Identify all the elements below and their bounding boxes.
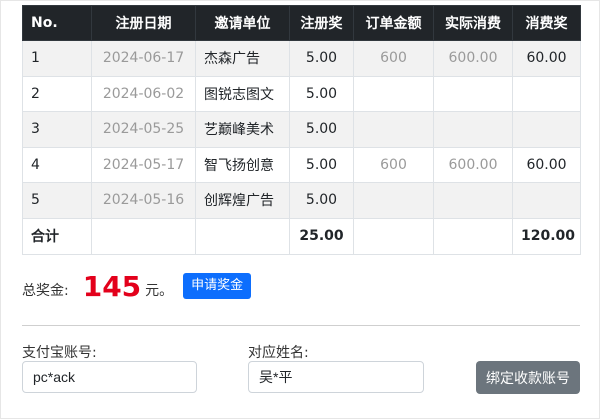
header-actual-spend: 实际消费 bbox=[433, 5, 513, 41]
apply-bonus-button[interactable]: 申请奖金 bbox=[183, 273, 252, 299]
total-bonus-unit: 元。 bbox=[145, 283, 174, 299]
table-total-row: 合计 25.00 120.00 bbox=[22, 217, 581, 255]
cell-unit: 智飞扬创意 bbox=[195, 146, 290, 183]
header-no: No. bbox=[22, 5, 92, 41]
cell-no: 2 bbox=[22, 75, 92, 112]
alipay-account-input[interactable]: pc*ack bbox=[22, 361, 197, 393]
alipay-account-label: 支付宝账号: bbox=[22, 345, 97, 361]
cell-unit: 艺巅峰美术 bbox=[195, 111, 290, 148]
cell-actual-spend bbox=[433, 182, 513, 219]
total-label: 合计 bbox=[22, 217, 92, 255]
cell-reg-bonus: 5.00 bbox=[289, 146, 354, 183]
cell-order-amount: 600 bbox=[353, 146, 434, 183]
total-reg-bonus: 25.00 bbox=[289, 217, 354, 255]
table-row: 2 2024-06-02 图锐志图文 5.00 bbox=[22, 75, 581, 112]
table-row: 5 2024-05-16 创辉煌广告 5.00 bbox=[22, 182, 581, 219]
cell-unit: 创辉煌广告 bbox=[195, 182, 290, 219]
cell-spend-bonus bbox=[512, 182, 581, 219]
bonus-table: No. 注册日期 邀请单位 注册奖 订单金额 实际消费 消费奖 1 2024-0… bbox=[22, 5, 581, 255]
cell-reg-bonus: 5.00 bbox=[289, 75, 354, 112]
cell-date: 2024-05-25 bbox=[91, 111, 196, 148]
cell-actual-spend bbox=[433, 75, 513, 112]
cell-order-amount bbox=[353, 111, 434, 148]
cell-reg-bonus: 5.00 bbox=[289, 182, 354, 219]
cell-order-amount bbox=[353, 75, 434, 112]
cell-actual-spend: 600.00 bbox=[433, 146, 513, 183]
total-empty-cell bbox=[91, 217, 196, 255]
table-header-row: No. 注册日期 邀请单位 注册奖 订单金额 实际消费 消费奖 bbox=[22, 5, 581, 41]
bonus-summary: 总奖金: 145 元。 申请奖金 bbox=[22, 268, 252, 304]
cell-date: 2024-05-17 bbox=[91, 146, 196, 183]
cell-actual-spend: 600.00 bbox=[433, 40, 513, 77]
cell-date: 2024-06-02 bbox=[91, 75, 196, 112]
cell-order-amount bbox=[353, 182, 434, 219]
table-row: 1 2024-06-17 杰森广告 5.00 600 600.00 60.00 bbox=[22, 40, 581, 77]
header-register-date: 注册日期 bbox=[91, 5, 196, 41]
cell-date: 2024-05-16 bbox=[91, 182, 196, 219]
total-empty-cell bbox=[195, 217, 290, 255]
total-empty-cell bbox=[353, 217, 434, 255]
cell-no: 3 bbox=[22, 111, 92, 148]
total-spend-bonus: 120.00 bbox=[512, 217, 581, 255]
cell-unit: 图锐志图文 bbox=[195, 75, 290, 112]
header-invited-unit: 邀请单位 bbox=[195, 5, 290, 41]
total-bonus-amount: 145 bbox=[82, 269, 142, 303]
total-empty-cell bbox=[433, 217, 513, 255]
cell-unit: 杰森广告 bbox=[195, 40, 290, 77]
account-name-label: 对应姓名: bbox=[248, 345, 309, 361]
cell-reg-bonus: 5.00 bbox=[289, 40, 354, 77]
header-register-bonus: 注册奖 bbox=[289, 5, 354, 41]
cell-order-amount: 600 bbox=[353, 40, 434, 77]
cell-no: 1 bbox=[22, 40, 92, 77]
cell-spend-bonus: 60.00 bbox=[512, 40, 581, 77]
account-name-input[interactable]: 吴*平 bbox=[248, 361, 424, 393]
cell-spend-bonus bbox=[512, 111, 581, 148]
cell-actual-spend bbox=[433, 111, 513, 148]
cell-reg-bonus: 5.00 bbox=[289, 111, 354, 148]
cell-spend-bonus bbox=[512, 75, 581, 112]
header-order-amount: 订单金额 bbox=[353, 5, 434, 41]
bind-account-button[interactable]: 绑定收款账号 bbox=[476, 361, 580, 394]
header-spend-bonus: 消费奖 bbox=[512, 5, 581, 41]
total-bonus-label: 总奖金: bbox=[22, 283, 69, 299]
section-divider bbox=[22, 325, 580, 326]
table-row: 3 2024-05-25 艺巅峰美术 5.00 bbox=[22, 111, 581, 148]
cell-date: 2024-06-17 bbox=[91, 40, 196, 77]
cell-spend-bonus: 60.00 bbox=[512, 146, 581, 183]
table-row: 4 2024-05-17 智飞扬创意 5.00 600 600.00 60.00 bbox=[22, 146, 581, 183]
cell-no: 4 bbox=[22, 146, 92, 183]
cell-no: 5 bbox=[22, 182, 92, 219]
